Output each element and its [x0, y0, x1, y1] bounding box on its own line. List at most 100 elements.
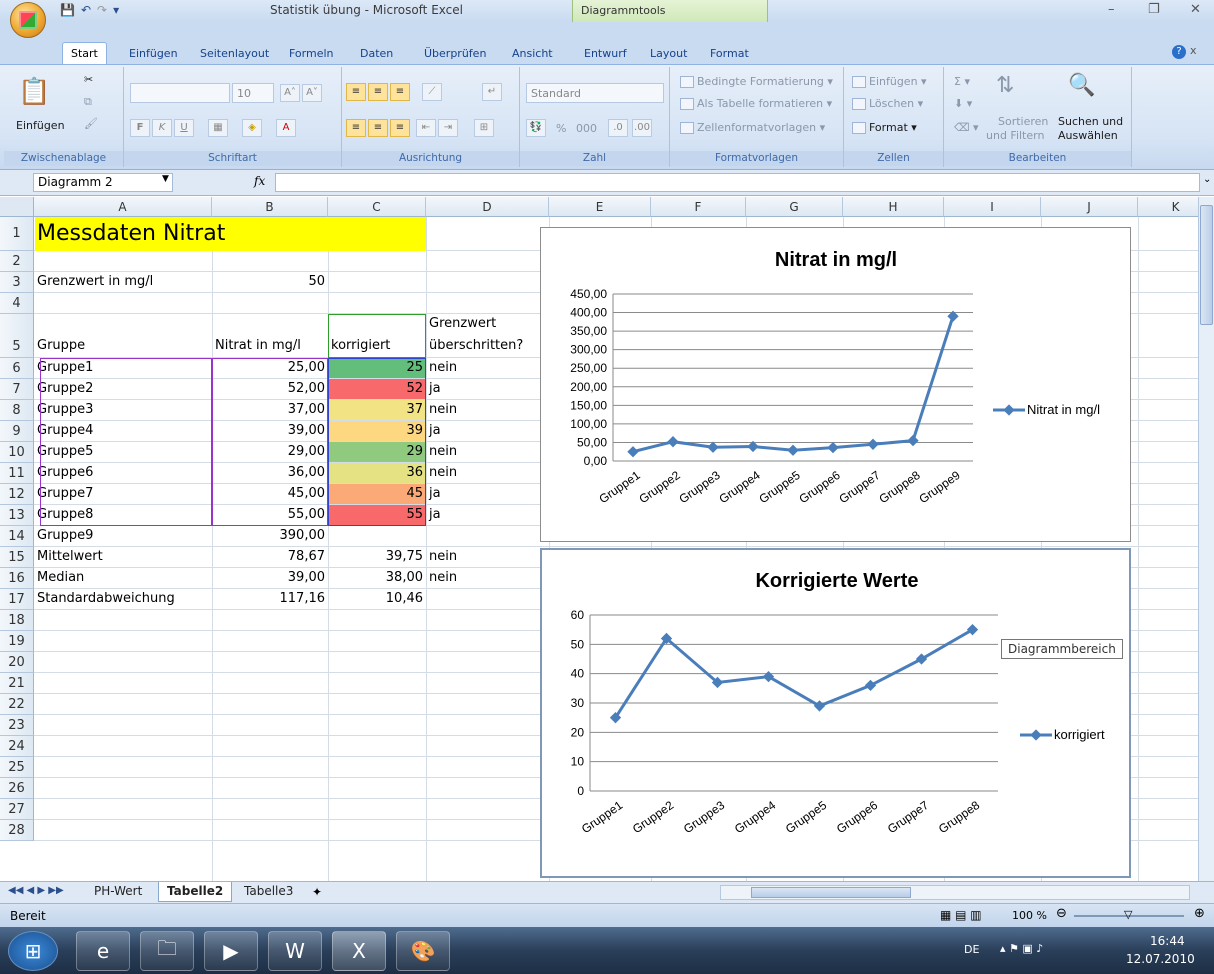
mean-nitrat-cell[interactable]: 78,67	[212, 547, 328, 568]
header-gruppe[interactable]: Gruppe	[34, 336, 212, 358]
restore-button[interactable]: ❐	[1148, 2, 1160, 17]
median-exceeded-cell[interactable]: nein	[426, 568, 549, 589]
tab-seitenlayout[interactable]: Seitenlayout	[194, 22, 275, 64]
tab-start[interactable]: Start	[62, 42, 107, 64]
decrease-decimal-icon[interactable]: .00	[632, 119, 652, 137]
number-format-combo[interactable]: Standard	[526, 83, 664, 103]
align-left-icon[interactable]: ≡	[346, 119, 366, 137]
row-header-1[interactable]: 1	[0, 217, 34, 251]
column-header-a[interactable]: A	[34, 197, 212, 217]
select-all-corner[interactable]	[0, 197, 34, 217]
exceeded-cell[interactable]	[426, 526, 549, 547]
fx-icon[interactable]: fx	[254, 174, 265, 188]
name-box-dropdown-icon[interactable]: ▼	[162, 174, 169, 184]
sheet-nav-icons[interactable]: ◀◀ ◀ ▶ ▶▶	[8, 885, 64, 896]
tray-icons[interactable]: ▴ ⚑ ▣ ♪	[1000, 942, 1043, 955]
sort-filter-button[interactable]: Sortieren	[998, 115, 1048, 128]
sheet-title-cell[interactable]: Messdaten Nitrat	[34, 217, 426, 251]
column-header-c[interactable]: C	[328, 197, 426, 217]
clear-icon[interactable]: ⌫ ▾	[954, 121, 979, 134]
vertical-scrollbar[interactable]	[1198, 197, 1214, 881]
column-header-f[interactable]: F	[651, 197, 746, 217]
horizontal-scrollbar[interactable]	[720, 885, 1190, 900]
insert-cells-button[interactable]: Einfügen ▾	[852, 75, 927, 88]
row-header-19[interactable]: 19	[0, 631, 34, 652]
column-header-g[interactable]: G	[746, 197, 843, 217]
wrap-text-icon[interactable]: ↵	[482, 83, 502, 101]
exceeded-cell[interactable]: ja	[426, 505, 549, 526]
fill-icon[interactable]: ⬇ ▾	[954, 97, 972, 110]
limit-value-cell[interactable]: 50	[212, 272, 328, 293]
group-cell[interactable]: Gruppe9	[34, 526, 212, 547]
mean-label-cell[interactable]: Mittelwert	[34, 547, 212, 568]
tab-einfuegen[interactable]: Einfügen	[123, 22, 184, 64]
sheet-tab-tabelle3[interactable]: Tabelle3	[236, 882, 301, 902]
ribbon-close-icon[interactable]: x	[1190, 44, 1197, 57]
row-header-3[interactable]: 3	[0, 272, 34, 293]
zoom-thumb-icon[interactable]: ▽	[1124, 908, 1132, 921]
row-header-12[interactable]: 12	[0, 484, 34, 505]
percent-button[interactable]: %	[556, 122, 566, 135]
copy-icon[interactable]: ⧉	[84, 95, 92, 109]
row-header-8[interactable]: 8	[0, 400, 34, 421]
undo-icon[interactable]: ↶	[81, 3, 91, 17]
tab-ansicht[interactable]: Ansicht	[506, 22, 559, 64]
office-button[interactable]	[10, 2, 46, 38]
customize-qat-icon[interactable]: ▾	[113, 3, 119, 17]
orientation-icon[interactable]: ⟋	[422, 83, 442, 101]
sheet-tab-tabelle2[interactable]: Tabelle2	[158, 882, 233, 902]
font-color-icon[interactable]: A	[276, 119, 296, 137]
excel-icon[interactable]: X	[332, 931, 386, 971]
vertical-scroll-thumb[interactable]	[1200, 205, 1213, 325]
chart-nitrat[interactable]: Nitrat in mg/l 0,00 50,00 100,00 150,00 200,0…	[540, 227, 1131, 542]
row-header-14[interactable]: 14	[0, 526, 34, 547]
row-header-25[interactable]: 25	[0, 757, 34, 778]
mean-korr-cell[interactable]: 39,75	[328, 547, 426, 568]
exceeded-cell[interactable]: nein	[426, 463, 549, 484]
align-top-icon[interactable]: ≡	[346, 83, 366, 101]
merge-center-icon[interactable]: ⊞	[474, 119, 494, 137]
tab-entwurf[interactable]: Entwurf	[578, 22, 633, 64]
border-icon[interactable]: ▦	[208, 119, 228, 137]
row-header-17[interactable]: 17	[0, 589, 34, 610]
row-header-21[interactable]: 21	[0, 673, 34, 694]
new-sheet-icon[interactable]: ✦	[312, 885, 322, 899]
fill-color-icon[interactable]: ◈	[242, 119, 262, 137]
format-painter-icon[interactable]: 🖌	[84, 117, 98, 130]
row-header-15[interactable]: 15	[0, 547, 34, 568]
row-header-7[interactable]: 7	[0, 379, 34, 400]
increase-decimal-icon[interactable]: .0	[608, 119, 628, 137]
align-bottom-icon[interactable]: ≡	[390, 83, 410, 101]
row-header-23[interactable]: 23	[0, 715, 34, 736]
header-nitrat[interactable]: Nitrat in mg/l	[212, 336, 328, 358]
media-player-icon[interactable]: ▶	[204, 931, 258, 971]
language-indicator[interactable]: DE	[964, 943, 979, 956]
conditional-format-button[interactable]: Bedingte Formatierung ▾	[680, 75, 833, 88]
median-nitrat-cell[interactable]: 39,00	[212, 568, 328, 589]
tab-ueberpruefen[interactable]: Überprüfen	[418, 22, 492, 64]
zoom-level[interactable]: 100 %	[1012, 909, 1047, 922]
header-grenzwert-1[interactable]: Grenzwert	[426, 314, 549, 336]
row-header-5[interactable]: 5	[0, 314, 34, 358]
autosum-icon[interactable]: Σ ▾	[954, 75, 970, 88]
median-label-cell[interactable]: Median	[34, 568, 212, 589]
nitrat-cell[interactable]: 390,00	[212, 526, 328, 547]
column-header-i[interactable]: I	[944, 197, 1041, 217]
paste-button[interactable]: Einfügen	[16, 119, 65, 132]
row-header-22[interactable]: 22	[0, 694, 34, 715]
redo-icon[interactable]: ↷	[97, 3, 107, 17]
median-korr-cell[interactable]: 38,00	[328, 568, 426, 589]
sheet-tab-ph-wert[interactable]: PH-Wert	[86, 882, 150, 902]
cut-icon[interactable]: ✂	[84, 73, 93, 86]
tab-formeln[interactable]: Formeln	[283, 22, 340, 64]
row-header-11[interactable]: 11	[0, 463, 34, 484]
exceeded-cell[interactable]: nein	[426, 358, 549, 379]
std-nitrat-cell[interactable]: 117,16	[212, 589, 328, 610]
font-name-combo[interactable]	[130, 83, 230, 103]
delete-cells-button[interactable]: Löschen ▾	[852, 97, 923, 110]
horizontal-scroll-thumb[interactable]	[751, 887, 911, 898]
clock-time[interactable]: 16:44	[1150, 934, 1185, 948]
view-buttons[interactable]: ▦ ▤ ▥	[940, 908, 982, 922]
row-header-26[interactable]: 26	[0, 778, 34, 799]
column-header-b[interactable]: B	[212, 197, 328, 217]
